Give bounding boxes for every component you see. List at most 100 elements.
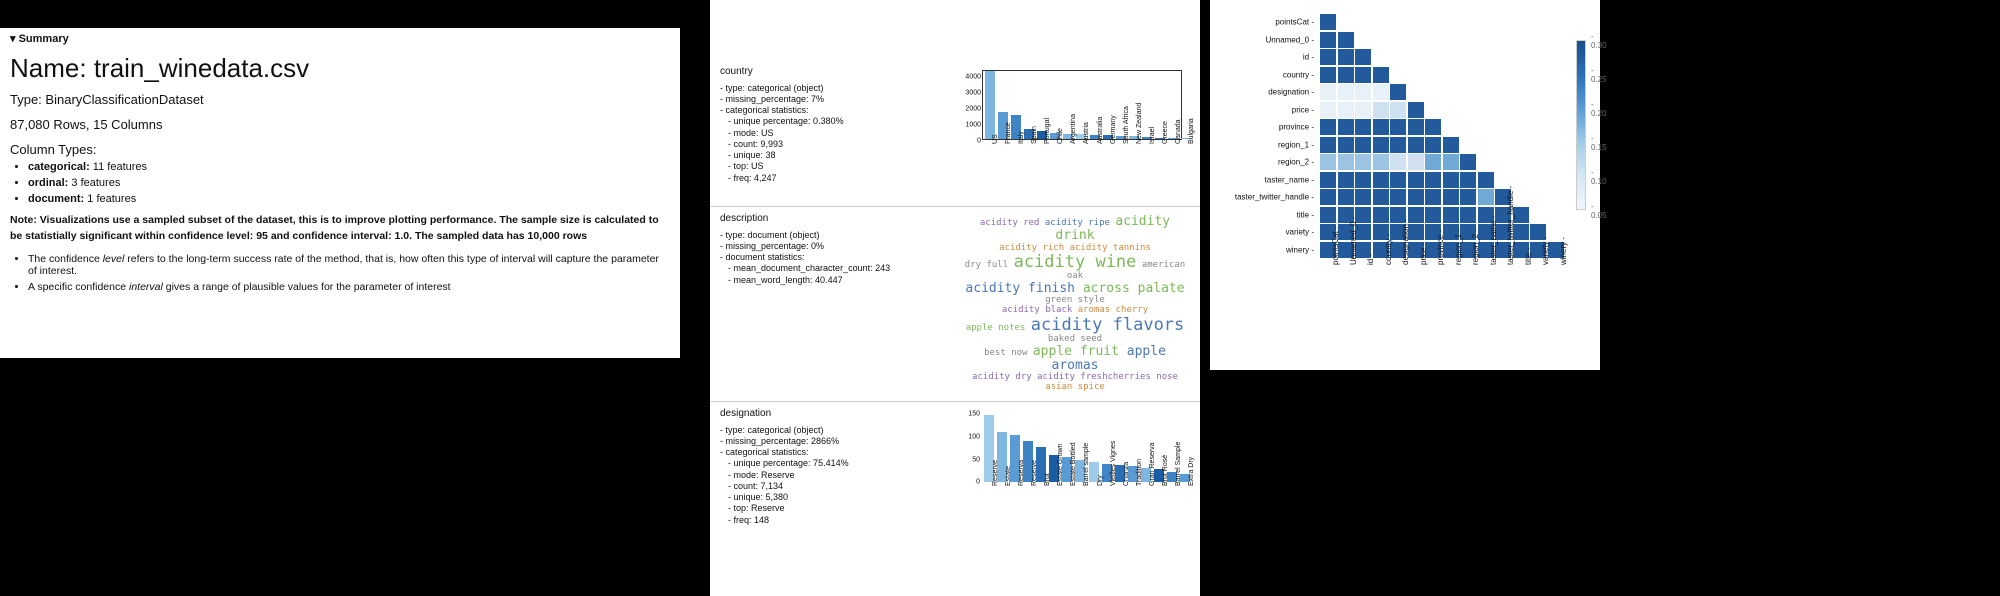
heatmap-cell [1338, 32, 1354, 48]
feature-details-panel: country - type: categorical (object)- mi… [710, 0, 1200, 596]
feature-name-label: country [720, 66, 960, 79]
bar [985, 71, 995, 139]
heatmap-cell [1338, 189, 1354, 205]
caret-down-icon: ▾ [10, 33, 16, 45]
heatmap-cell [1408, 154, 1424, 170]
heatmap-col-label: province - [1436, 230, 1445, 265]
heatmap-col-label: id - [1366, 254, 1375, 265]
heatmap-cell [1355, 137, 1371, 153]
heatmap-cell [1355, 119, 1371, 135]
dataset-shape-line: 87,080 Rows, 15 Columns [10, 117, 670, 132]
heatmap-row-label: region_2 - [1214, 158, 1314, 167]
heatmap-col-label: country - [1384, 234, 1393, 265]
heatmap-cell [1338, 84, 1354, 100]
heatmap-cell [1425, 207, 1441, 223]
heatmap-cell [1478, 172, 1494, 188]
heatmap-col-label: designation - [1401, 219, 1410, 265]
heatmap-cell [1320, 172, 1336, 188]
heatmap-row-label: designation - [1214, 88, 1314, 97]
heatmap-row-label: winery - [1214, 245, 1314, 254]
heatmap-cell [1425, 154, 1441, 170]
designation-bar-chart: 050100150 ReserveEstateReservaReserveBru… [960, 408, 1190, 552]
heatmap-cell [1425, 119, 1441, 135]
heatmap-cell [1338, 102, 1354, 118]
heatmap-cell [1478, 189, 1494, 205]
heatmap-col-label: price - [1419, 243, 1428, 265]
column-type-item: document: 1 features [28, 193, 670, 205]
heatmap-cell [1373, 154, 1389, 170]
heatmap-col-label: pointsCat - [1331, 226, 1340, 265]
heatmap-cell [1373, 67, 1389, 83]
heatmap-col-label: Unnamed_0 - [1349, 217, 1358, 265]
heatmap-col-label: variety - [1541, 237, 1550, 265]
heatmap-cell [1390, 84, 1406, 100]
description-wordcloud: acidity red acidity ripe acidity drinkac… [960, 213, 1190, 395]
heatmap-cell [1355, 172, 1371, 188]
heatmap-cell [1443, 189, 1459, 205]
dataset-type-line: Type: BinaryClassificationDataset [10, 92, 670, 107]
heatmap-cell [1408, 137, 1424, 153]
heatmap-cell [1425, 189, 1441, 205]
heatmap-cell [1408, 172, 1424, 188]
heatmap-cell [1390, 172, 1406, 188]
heatmap-cell [1338, 49, 1354, 65]
country-bar-chart: 01000200030004000 USFranceItalySpainPort… [960, 66, 1190, 200]
heatmap-cell [1443, 172, 1459, 188]
confidence-bullet: The confidence level refers to the long-… [28, 253, 670, 277]
heatmap-cell [1373, 84, 1389, 100]
heatmap-cell [1390, 154, 1406, 170]
heatmap-cell [1460, 189, 1476, 205]
heatmap-cell [1390, 137, 1406, 153]
heatmap-cell [1373, 102, 1389, 118]
heatmap-cell [1390, 102, 1406, 118]
heatmap-cell [1373, 189, 1389, 205]
heatmap-cell [1355, 154, 1371, 170]
heatmap-cell [1320, 32, 1336, 48]
feature-block-country: country - type: categorical (object)- mi… [710, 60, 1200, 207]
heatmap-row-label: Unnamed_0 - [1214, 35, 1314, 44]
heatmap-cell [1338, 67, 1354, 83]
heatmap-cell [1390, 189, 1406, 205]
heatmap-row-label: variety - [1214, 228, 1314, 237]
heatmap-col-label: winery - [1559, 237, 1568, 265]
heatmap-col-label: taster_twitter_handle - [1506, 186, 1515, 265]
heatmap-cell [1373, 137, 1389, 153]
heatmap-row-label: id - [1214, 53, 1314, 62]
heatmap-cell [1425, 137, 1441, 153]
heatmap-cell [1338, 119, 1354, 135]
heatmap-cell [1355, 84, 1371, 100]
heatmap-cell [1320, 154, 1336, 170]
column-types-list: categorical: 11 featuresordinal: 3 featu… [28, 161, 670, 205]
heatmap-cell [1320, 207, 1336, 223]
heatmap-cell [1320, 14, 1336, 30]
heatmap-cell [1320, 137, 1336, 153]
heatmap-cell [1373, 207, 1389, 223]
heatmap-cell [1460, 172, 1476, 188]
summary-panel: ▾ Summary Name: train_winedata.csv Type:… [0, 28, 680, 358]
heatmap-cell [1320, 49, 1336, 65]
heatmap-row-label: country - [1214, 70, 1314, 79]
heatmap-cell [1460, 207, 1476, 223]
heatmap-cell [1355, 67, 1371, 83]
heatmap-cell [1320, 84, 1336, 100]
heatmap-row-label: province - [1214, 123, 1314, 132]
heatmap-colorbar: - 0.30- 0.25- 0.20- 0.15- 0.10- 0.05 [1576, 40, 1586, 210]
heatmap-cell [1425, 172, 1441, 188]
column-types-title: Column Types: [10, 142, 670, 157]
heatmap-row-label: taster_twitter_handle - [1214, 193, 1314, 202]
heatmap-cell [1355, 189, 1371, 205]
heatmap-cell [1443, 207, 1459, 223]
heatmap-cell [1443, 137, 1459, 153]
heatmap-cell [1338, 154, 1354, 170]
heatmap-row-label: region_1 - [1214, 140, 1314, 149]
heatmap-cell [1408, 119, 1424, 135]
feature-block-description: description - type: document (object)- m… [710, 207, 1200, 402]
heatmap-cell [1320, 189, 1336, 205]
heatmap-cell [1320, 119, 1336, 135]
summary-collapse-toggle[interactable]: ▾ Summary [10, 32, 670, 45]
heatmap-panel: pointsCat - Unnamed_0 - id - country - desig… [1210, 0, 1600, 370]
feature-block-designation: designation - type: categorical (object)… [710, 402, 1200, 558]
heatmap-row-label: price - [1214, 105, 1314, 114]
confidence-bullets: The confidence level refers to the long-… [28, 253, 670, 293]
heatmap-col-label: region_2 - [1471, 229, 1480, 265]
